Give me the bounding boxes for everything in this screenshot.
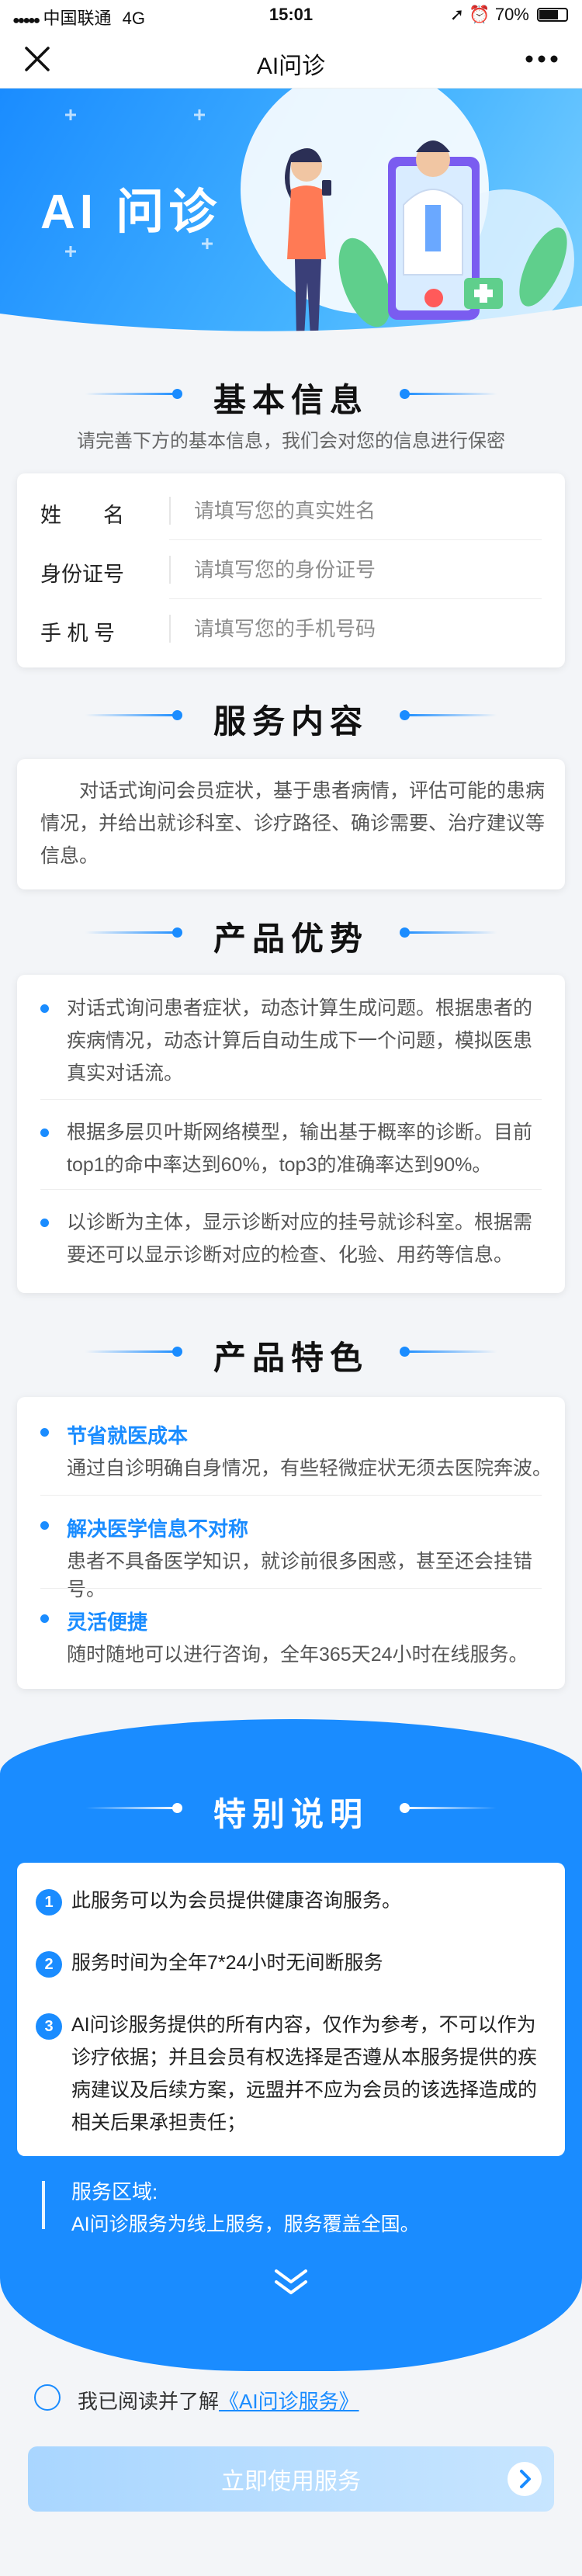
name-input[interactable] bbox=[194, 494, 535, 528]
bullet-dot-icon bbox=[40, 1614, 49, 1623]
form-row-name: 姓 名 bbox=[17, 481, 565, 540]
id-number-input[interactable] bbox=[194, 553, 535, 587]
phone-label: 手 机 号 bbox=[40, 622, 116, 645]
basic-info-title: 基本信息 bbox=[213, 382, 369, 418]
agreement-row: 我已阅读并了解 《AI问诊服务》 bbox=[34, 2381, 546, 2415]
bullet-dot-icon bbox=[40, 1219, 49, 1227]
hero-banner: AI 问诊 bbox=[0, 88, 582, 345]
form-row-id: 身份证号 bbox=[17, 540, 565, 599]
id-label: 身份证号 bbox=[40, 563, 124, 586]
nav-bar: AI问诊 bbox=[0, 31, 582, 88]
basic-info-subtitle: 请完善下方的基本信息，我们会对您的信息进行保密 bbox=[77, 431, 505, 452]
location-icon: ➚ bbox=[449, 5, 465, 24]
name-label: 姓 名 bbox=[40, 504, 124, 527]
nav-title: AI问诊 bbox=[256, 54, 326, 79]
number-badge-1: 1 bbox=[36, 1889, 62, 1916]
features-heading: 产品特色 bbox=[0, 1329, 582, 1376]
battery-percent: 70% bbox=[494, 5, 529, 24]
special-heading: 特别说明 bbox=[0, 1785, 582, 1832]
status-bar: ●●●●● 中国联通 4G 15:01 ➚ ⏰ 70% bbox=[0, 0, 582, 31]
number-badge-3: 3 bbox=[36, 2013, 62, 2040]
form-row-phone: 手 机 号 bbox=[17, 599, 565, 658]
arrow-right-icon bbox=[508, 2462, 542, 2496]
advantages-title: 产品优势 bbox=[213, 920, 369, 957]
hero-wave bbox=[0, 306, 582, 345]
basic-info-heading: 基本信息 bbox=[0, 371, 582, 418]
advantages-heading: 产品优势 bbox=[0, 910, 582, 957]
bullet-dot-icon bbox=[40, 1428, 49, 1437]
area-marker bbox=[42, 2181, 45, 2229]
double-chevron-down-icon[interactable] bbox=[272, 2266, 310, 2297]
advantage-text: 对话式询问患者症状，动态计算生成问题。根据患者的疾病情况，动态计算后自动生成下一… bbox=[67, 997, 533, 1084]
features-card: 节省就医成本 通过自诊明确自身情况，有些轻微症状无须去医院奔波。 解决医学信息不… bbox=[17, 1397, 565, 1689]
service-heading: 服务内容 bbox=[0, 692, 582, 740]
special-note: AI问诊服务提供的所有内容，仅作为参考，不可以作为诊疗依据；并且会员有权选择是否… bbox=[71, 2014, 538, 2134]
bullet-dot-icon bbox=[40, 1004, 49, 1013]
bullet-dot-icon bbox=[40, 1129, 49, 1137]
agreement-text: 我已阅读并了解 bbox=[78, 2390, 220, 2413]
feature-title: 灵活便捷 bbox=[67, 1610, 148, 1634]
number-badge-2: 2 bbox=[36, 1951, 62, 1978]
page: ●●●●● 中国联通 4G 15:01 ➚ ⏰ 70% AI问诊 AI 问诊 基… bbox=[0, 0, 582, 2576]
service-area-text: AI问诊服务为线上服务，服务覆盖全国。 bbox=[71, 2214, 420, 2235]
feature-desc: 随时随地可以进行咨询，全年365天24小时在线服务。 bbox=[67, 1644, 528, 1666]
hero-title: AI 问诊 bbox=[40, 185, 222, 239]
bullet-dot-icon bbox=[40, 1521, 49, 1530]
service-text: 对话式询问会员症状，基于患者病情，评估可能的患病情况，并给出就诊科室、诊疗路径、… bbox=[40, 780, 546, 867]
phone-input[interactable] bbox=[194, 612, 535, 646]
special-note: 服务时间为全年7*24小时无间断服务 bbox=[71, 1952, 383, 1974]
use-service-button[interactable]: 立即使用服务 bbox=[28, 2446, 554, 2512]
feature-desc: 患者不具备医学知识，就诊前很多困惑，甚至还会挂错号。 bbox=[67, 1551, 533, 1600]
service-area-title: 服务区域: bbox=[71, 2180, 158, 2203]
agreement-link[interactable]: 《AI问诊服务》 bbox=[219, 2386, 359, 2415]
feature-title: 解决医学信息不对称 bbox=[67, 1517, 249, 1541]
special-note: 此服务可以为会员提供健康咨询服务。 bbox=[71, 1890, 402, 1912]
battery-icon bbox=[537, 8, 568, 22]
special-notes-card: 1 此服务可以为会员提供健康咨询服务。 2 服务时间为全年7*24小时无间断服务… bbox=[17, 1863, 565, 2156]
special-title: 特别说明 bbox=[213, 1796, 369, 1832]
service-card: 对话式询问会员症状，基于患者病情，评估可能的患病情况，并给出就诊科室、诊疗路径、… bbox=[17, 759, 565, 889]
advantage-text: 以诊断为主体，显示诊断对应的挂号就诊科室。根据需要还可以显示诊断对应的检查、化验… bbox=[67, 1212, 533, 1266]
service-title: 服务内容 bbox=[213, 703, 369, 740]
feature-title: 节省就医成本 bbox=[67, 1424, 189, 1447]
advantage-text: 根据多层贝叶斯网络模型，输出基于概率的诊断。目前top1的命中率达到60%，to… bbox=[67, 1122, 533, 1176]
feature-desc: 通过自诊明确自身情况，有些轻微症状无须去医院奔波。 bbox=[67, 1458, 553, 1479]
agreement-checkbox[interactable] bbox=[34, 2384, 61, 2411]
alarm-icon: ⏰ bbox=[469, 5, 490, 24]
more-icon[interactable] bbox=[521, 42, 562, 76]
use-service-label: 立即使用服务 bbox=[221, 2469, 361, 2495]
status-right: ➚ ⏰ 70% bbox=[450, 5, 568, 25]
features-title: 产品特色 bbox=[213, 1340, 369, 1376]
basic-info-form: 姓 名 身份证号 手 机 号 bbox=[17, 473, 565, 667]
advantages-card: 对话式询问患者症状，动态计算生成问题。根据患者的疾病情况，动态计算后自动生成下一… bbox=[17, 975, 565, 1293]
